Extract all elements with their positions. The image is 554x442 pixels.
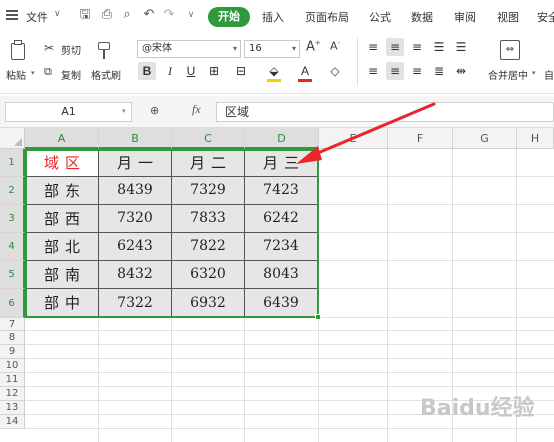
- watermark-logo: Baidu经验: [420, 390, 535, 422]
- row-header-6[interactable]: 6: [0, 289, 25, 318]
- tab-page-layout[interactable]: 页面布局: [305, 9, 349, 25]
- align-top-icon[interactable]: ≡: [364, 38, 382, 56]
- clear-format-icon[interactable]: ◇: [326, 62, 344, 80]
- justify-icon[interactable]: ≣: [430, 62, 448, 80]
- font-color-icon[interactable]: A: [296, 62, 314, 80]
- format-painter-button[interactable]: 格式刷: [91, 67, 121, 82]
- font-size-value: 16: [249, 43, 262, 54]
- cell-reference: A1: [61, 105, 76, 118]
- decrease-font-icon[interactable]: A-: [330, 39, 340, 53]
- menu-bar: 文件 ∨ 🖫 ⎙ ⌕ ↶ ↷ ∨ 开始 插入 页面布局 公式 数据 审阅 视图 …: [0, 0, 554, 34]
- column-header-H[interactable]: H: [517, 128, 554, 149]
- align-left-icon[interactable]: ≡: [364, 62, 382, 80]
- format-painter-icon[interactable]: [95, 40, 113, 60]
- row-header-5[interactable]: 5: [0, 261, 25, 289]
- paste-dropdown-icon[interactable]: ▾: [31, 69, 35, 77]
- tab-review[interactable]: 审阅: [454, 9, 476, 25]
- tab-insert[interactable]: 插入: [262, 9, 284, 25]
- scissors-icon[interactable]: ✂: [44, 41, 54, 55]
- copy-button[interactable]: 复制: [61, 67, 81, 82]
- chevron-down-icon: ▾: [291, 44, 296, 53]
- align-right-icon[interactable]: ≡: [408, 62, 426, 80]
- print-icon[interactable]: ⎙: [100, 8, 114, 22]
- underline-button[interactable]: U: [182, 62, 200, 80]
- border-icon[interactable]: ⊞: [205, 62, 223, 80]
- distribute-icon[interactable]: ⇹: [452, 62, 470, 80]
- row-header-14[interactable]: 14: [0, 415, 25, 429]
- row-header-10[interactable]: 10: [0, 359, 25, 373]
- fill-color-icon[interactable]: ⬙: [265, 62, 283, 80]
- tab-formula[interactable]: 公式: [369, 9, 391, 25]
- menu-icon[interactable]: [6, 9, 18, 21]
- row-header-4[interactable]: 4: [0, 233, 25, 261]
- column-header-C[interactable]: C: [172, 128, 245, 149]
- save-icon[interactable]: 🖫: [78, 8, 92, 22]
- align-bottom-icon[interactable]: ≡: [408, 38, 426, 56]
- select-all-corner[interactable]: [0, 128, 25, 149]
- indent-left-icon[interactable]: ☰: [430, 38, 448, 56]
- fill-handle[interactable]: [315, 314, 321, 320]
- function-icon[interactable]: fx: [192, 102, 201, 117]
- column-header-B[interactable]: B: [99, 128, 172, 149]
- ribbon: 粘贴 ▾ ✂ 剪切 ⧉ 复制 格式刷 @宋体 ▾ 16 ▾ A+ A- B I U …: [0, 34, 554, 94]
- zoom-icon[interactable]: ⊕: [150, 104, 159, 117]
- tab-data[interactable]: 数据: [411, 9, 433, 25]
- redo-icon[interactable]: ↷: [162, 8, 176, 22]
- chevron-down-icon: ▾: [122, 107, 126, 115]
- font-name-select[interactable]: @宋体 ▾: [137, 40, 241, 58]
- paste-button[interactable]: 粘贴: [6, 67, 26, 82]
- undo-icon[interactable]: ↶: [142, 8, 156, 22]
- tab-view[interactable]: 视图: [497, 9, 519, 25]
- align-middle-icon[interactable]: ≡: [386, 38, 404, 56]
- annotation-arrow-icon: [296, 102, 436, 164]
- increase-font-icon[interactable]: A+: [306, 39, 321, 54]
- italic-button[interactable]: I: [161, 62, 179, 80]
- spreadsheet-grid[interactable]: A B C D E F G H 1 2 3 4 5 6 7 8 9 10 11 …: [0, 102, 554, 442]
- print-preview-icon[interactable]: ⌕: [120, 8, 134, 22]
- row-header-1[interactable]: 1: [0, 149, 25, 177]
- column-header-A[interactable]: A: [25, 128, 99, 149]
- font-name-value: @宋体: [142, 43, 172, 54]
- name-box[interactable]: A1: [5, 102, 132, 122]
- align-center-icon[interactable]: ≡: [386, 62, 404, 80]
- row-header-11[interactable]: 11: [0, 373, 25, 387]
- autofit-button[interactable]: 自: [544, 67, 554, 82]
- font-size-select[interactable]: 16 ▾: [244, 40, 300, 58]
- chevron-down-icon: ▾: [232, 44, 237, 53]
- tab-security[interactable]: 安全: [537, 9, 554, 25]
- row-header-8[interactable]: 8: [0, 331, 25, 345]
- row-header-12[interactable]: 12: [0, 387, 25, 401]
- merge-center-icon[interactable]: ⇔: [500, 40, 520, 60]
- chevron-down-icon[interactable]: ∨: [54, 9, 61, 19]
- merge-center-button[interactable]: 合并居中: [488, 67, 528, 82]
- chevron-down-icon[interactable]: ▾: [532, 69, 536, 77]
- row-header-3[interactable]: 3: [0, 205, 25, 233]
- bold-button[interactable]: B: [138, 62, 156, 80]
- paste-icon[interactable]: [8, 40, 28, 62]
- more-icon[interactable]: ∨: [184, 8, 198, 22]
- fill-pattern-icon[interactable]: ⊟: [232, 62, 250, 80]
- row-header-2[interactable]: 2: [0, 177, 25, 205]
- row-header-9[interactable]: 9: [0, 345, 25, 359]
- column-header-G[interactable]: G: [453, 128, 517, 149]
- indent-right-icon[interactable]: ☰: [452, 38, 470, 56]
- formula-value: 区域: [225, 105, 250, 119]
- file-menu[interactable]: 文件: [26, 9, 48, 25]
- row-header-13[interactable]: 13: [0, 401, 25, 415]
- row-header-7[interactable]: 7: [0, 318, 25, 331]
- cut-button[interactable]: 剪切: [61, 42, 81, 57]
- tab-start[interactable]: 开始: [208, 7, 250, 27]
- copy-icon[interactable]: ⧉: [44, 65, 52, 79]
- watermark-text: Baidu经验: [420, 396, 535, 421]
